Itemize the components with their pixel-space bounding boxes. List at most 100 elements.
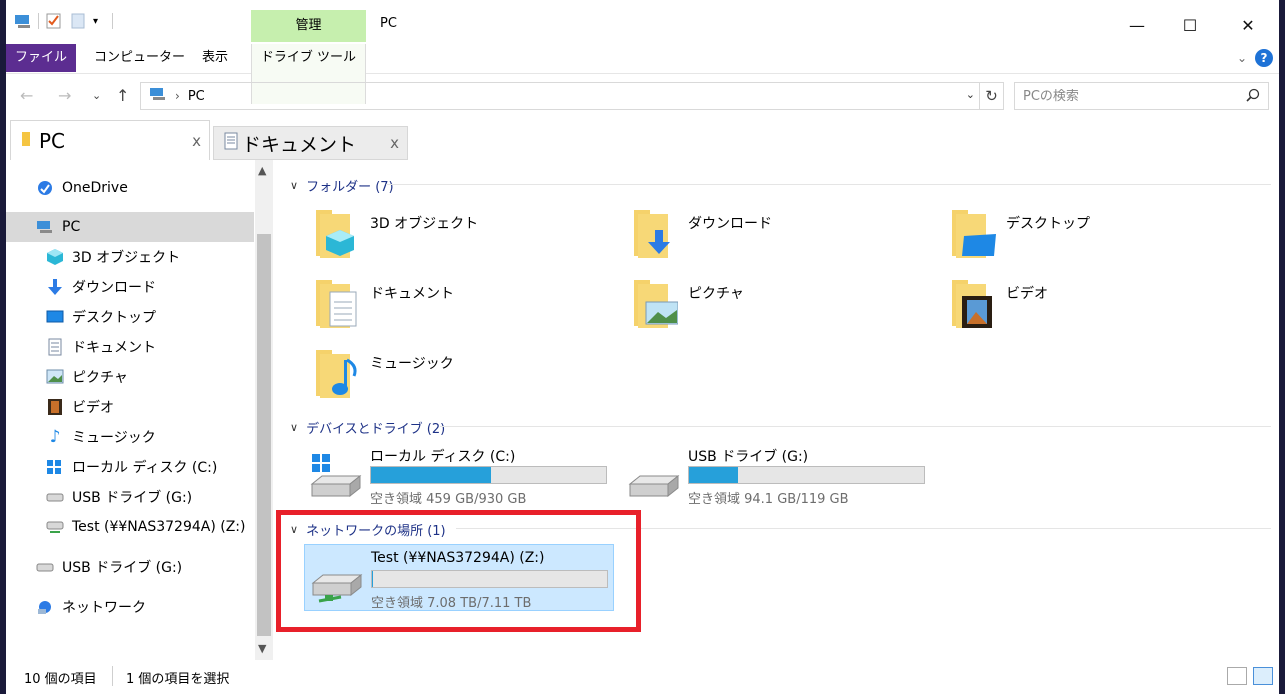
local-disk-icon xyxy=(46,458,64,476)
search-icon[interactable] xyxy=(1246,88,1260,106)
document-icon xyxy=(316,280,357,328)
chevron-down-icon[interactable]: ▾ xyxy=(93,16,98,27)
tab-pc[interactable]: PC x xyxy=(10,120,210,160)
folder-item-documents[interactable]: ドキュメント xyxy=(314,278,604,342)
download-icon xyxy=(634,210,670,258)
tab-label: ドキュメント xyxy=(242,133,357,156)
folder-item-music[interactable]: ミュージック xyxy=(314,348,604,412)
folder-item-desktop[interactable]: デスクトップ xyxy=(950,208,1240,272)
desktop-icon xyxy=(46,308,64,326)
breadcrumb-pc[interactable]: PC xyxy=(188,89,205,104)
group-header-devices[interactable]: ∨ デバイスとドライブ (2) xyxy=(290,418,445,437)
expand-ribbon-icon[interactable]: ⌄ xyxy=(1237,51,1247,65)
tab-documents[interactable]: ドキュメント x xyxy=(213,126,408,160)
address-bar[interactable]: › PC ⌄ xyxy=(140,82,980,110)
refresh-button[interactable]: ↻ xyxy=(980,82,1004,110)
folder-label: 3D オブジェクト xyxy=(370,216,479,232)
drive-free-space: 空き領域 459 GB/930 GB xyxy=(370,492,527,507)
video-icon xyxy=(952,280,992,328)
navigation-pane: OneDrive PC 3D オブジェクト ダウンロード デスクトップ ドキュメ… xyxy=(6,160,254,656)
network-drive-icon xyxy=(46,518,64,536)
folder-icon xyxy=(21,129,31,153)
sidebar-item-label: デスクトップ xyxy=(72,310,156,326)
recent-locations-icon[interactable]: ⌄ xyxy=(92,89,101,102)
up-arrow-icon[interactable]: ↑ xyxy=(116,86,129,105)
group-header-folders[interactable]: ∨ フォルダー (7) xyxy=(290,176,394,195)
maximize-button[interactable]: ☐ xyxy=(1167,10,1213,40)
scroll-up-icon[interactable]: ▲ xyxy=(258,164,266,177)
3d-objects-icon xyxy=(316,210,354,258)
sidebar-item-local-disk[interactable]: ローカル ディスク (C:) xyxy=(6,452,254,482)
close-tab-icon[interactable]: x xyxy=(192,132,201,150)
sidebar-item-label: USB ドライブ (G:) xyxy=(62,560,183,576)
new-folder-icon[interactable] xyxy=(69,12,87,30)
drive-item-local-disk[interactable]: ローカル ディスク (C:) 空き領域 459 GB/930 GB xyxy=(304,446,614,507)
folder-item-downloads[interactable]: ダウンロード xyxy=(632,208,922,272)
help-icon[interactable]: ? xyxy=(1255,49,1273,67)
ribbon-right-controls: ⌄ ? xyxy=(1237,49,1273,67)
sidebar-item-documents[interactable]: ドキュメント xyxy=(6,332,254,362)
pc-icon xyxy=(36,218,54,236)
picture-icon xyxy=(46,368,64,386)
details-view-icon[interactable] xyxy=(1227,667,1247,685)
back-arrow-icon[interactable]: ← xyxy=(20,86,33,105)
folder-item-pictures[interactable]: ピクチャ xyxy=(632,278,922,342)
sidebar-item-desktop[interactable]: デスクトップ xyxy=(6,302,254,332)
usb-drive-icon xyxy=(46,488,64,506)
sidebar-item-videos[interactable]: ビデオ xyxy=(6,392,254,422)
group-header-label: デバイスとドライブ (2) xyxy=(306,422,446,437)
nav-scrollbar[interactable]: ▲ ▼ xyxy=(255,160,273,664)
folder-label: ドキュメント xyxy=(370,286,454,302)
sidebar-item-label: USB ドライブ (G:) xyxy=(72,490,193,506)
desktop-icon xyxy=(952,210,996,258)
picture-icon xyxy=(634,280,678,328)
drive-item-usb[interactable]: USB ドライブ (G:) 空き領域 94.1 GB/119 GB xyxy=(622,446,932,507)
close-tab-icon[interactable]: x xyxy=(390,134,399,152)
drive-usage-fill xyxy=(689,467,739,483)
document-tabs: PC x ドキュメント x xyxy=(6,120,1279,160)
breadcrumb-separator-icon[interactable]: › xyxy=(175,89,180,103)
manage-tab[interactable]: 管理 xyxy=(251,10,366,42)
refresh-icon: ↻ xyxy=(985,87,998,105)
folder-label: ダウンロード xyxy=(688,216,772,232)
sidebar-item-usb-drive[interactable]: USB ドライブ (G:) xyxy=(6,482,254,512)
sidebar-item-downloads[interactable]: ダウンロード xyxy=(6,272,254,302)
forward-arrow-icon[interactable]: → xyxy=(58,86,71,105)
tab-file[interactable]: ファイル xyxy=(6,44,76,72)
sidebar-item-network-drive[interactable]: Test (¥¥NAS37294A) (Z:) xyxy=(6,512,254,542)
search-input[interactable] xyxy=(1023,88,1268,104)
sidebar-item-3d-objects[interactable]: 3D オブジェクト xyxy=(6,242,254,272)
scrollbar-thumb[interactable] xyxy=(257,234,271,636)
sidebar-item-pc[interactable]: PC xyxy=(6,212,254,242)
sidebar-item-music[interactable]: ♪ ミュージック xyxy=(6,422,254,452)
usb-drive-icon xyxy=(36,558,54,576)
view-switcher xyxy=(1227,667,1273,685)
sidebar-item-network[interactable]: ネットワーク xyxy=(6,592,254,622)
highlight-box xyxy=(276,510,641,632)
tab-computer[interactable]: コンピューター xyxy=(81,44,198,72)
divider xyxy=(440,426,1271,427)
sidebar-item-onedrive[interactable]: OneDrive xyxy=(6,173,254,203)
drive-label: USB ドライブ (G:) xyxy=(688,449,809,465)
search-box[interactable] xyxy=(1014,82,1269,110)
large-icons-view-icon[interactable] xyxy=(1253,667,1273,685)
scroll-down-icon[interactable]: ▼ xyxy=(258,642,266,655)
tab-view[interactable]: 表示 xyxy=(189,44,241,72)
drive-label: ローカル ディスク (C:) xyxy=(370,449,516,465)
pc-icon[interactable] xyxy=(14,12,32,30)
chevron-down-icon[interactable]: ⌄ xyxy=(966,88,975,101)
sidebar-item-usb-drive-root[interactable]: USB ドライブ (G:) xyxy=(6,552,254,582)
sidebar-item-pictures[interactable]: ピクチャ xyxy=(6,362,254,392)
network-icon xyxy=(36,598,54,616)
local-disk-icon xyxy=(310,454,362,498)
folder-item-videos[interactable]: ビデオ xyxy=(950,278,1240,342)
properties-icon[interactable] xyxy=(45,12,63,30)
window-title: PC xyxy=(380,16,397,31)
close-button[interactable]: ✕ xyxy=(1225,10,1271,40)
minimize-button[interactable]: — xyxy=(1114,10,1160,40)
chevron-down-icon: ∨ xyxy=(290,421,299,434)
divider xyxy=(38,13,39,29)
sidebar-item-label: OneDrive xyxy=(62,180,128,196)
folder-item-3d-objects[interactable]: 3D オブジェクト xyxy=(314,208,604,272)
usb-drive-icon xyxy=(628,474,680,498)
